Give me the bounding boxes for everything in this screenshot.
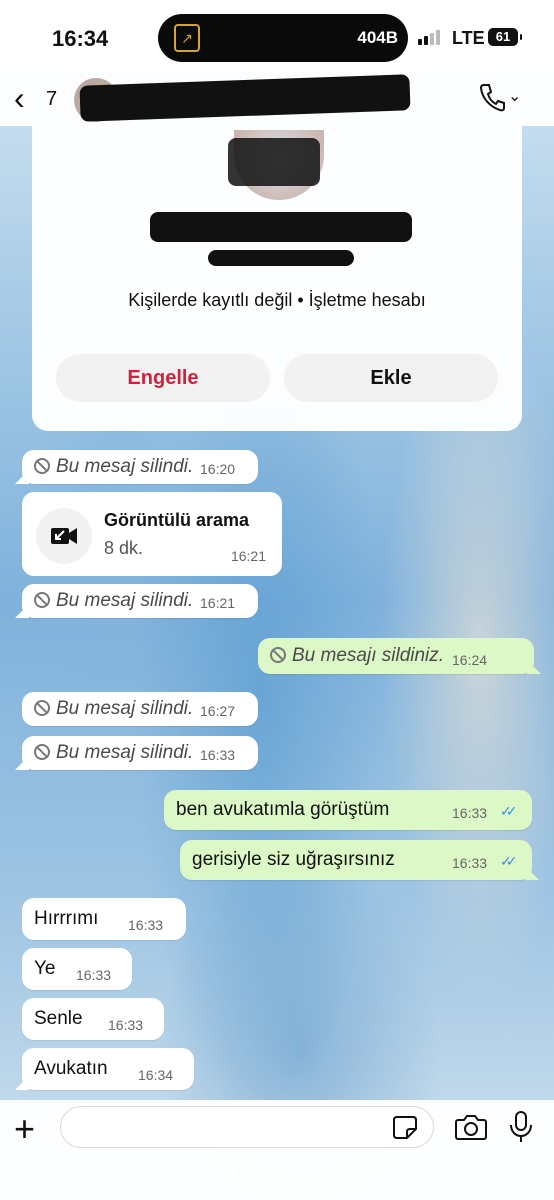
deleted-icon [34, 700, 50, 716]
message-input[interactable] [60, 1106, 434, 1148]
deleted-icon [270, 647, 286, 663]
sticker-icon[interactable] [392, 1114, 418, 1140]
phone-icon[interactable] [478, 82, 506, 112]
status-time: 16:34 [52, 26, 109, 51]
message-text: Hırrrımı [34, 908, 99, 929]
contact-status-text: Kişilerde kayıtlı değil • İşletme hesabı [128, 290, 426, 310]
camera-icon[interactable] [454, 1112, 488, 1142]
block-button[interactable]: Engelle [56, 354, 270, 402]
message-bubble[interactable]: gerisiyle siz uğraşırsınız 16:33 ✓✓ [180, 840, 532, 880]
message-time: 16:33 [452, 805, 488, 821]
message-bubble[interactable]: Bu mesaj silindi. 16:33 [22, 736, 258, 770]
message-text: Avukatın [34, 1058, 108, 1079]
message-text: Bu mesaj silindi. [56, 698, 194, 719]
redacted-contact-subtitle [208, 250, 354, 266]
message-bubble[interactable]: Bu mesaj silindi. 16:27 [22, 692, 258, 726]
message-text: Senle [34, 1008, 83, 1029]
message-text: Ye [34, 958, 56, 979]
plus-icon[interactable]: + [14, 1108, 35, 1150]
message-time: 16:33 [108, 1017, 144, 1033]
read-receipt-icon: ✓✓ [500, 803, 518, 819]
chevron-left-icon[interactable]: ‹ [14, 80, 25, 117]
deleted-icon [34, 458, 50, 474]
unread-count[interactable]: 7 [46, 88, 57, 111]
add-contact-button[interactable]: Ekle [284, 354, 498, 402]
deleted-icon [34, 592, 50, 608]
redacted-photo-overlay [228, 138, 320, 186]
redacted-contact-title [150, 212, 412, 242]
microphone-icon[interactable] [508, 1110, 534, 1144]
message-bubble[interactable]: Ye 16:33 [22, 948, 132, 990]
battery-icon: 61 [488, 28, 522, 46]
message-text: ben avukatımla görüştüm [176, 799, 390, 820]
call-title: Görüntülü arama [104, 510, 250, 530]
message-time: 16:27 [200, 703, 236, 719]
message-time: 16:33 [452, 855, 488, 871]
video-call-icon-wrap [36, 508, 92, 564]
message-text: Bu mesaj silindi. [56, 590, 194, 611]
data-transfer-icon: ↗ [174, 24, 200, 52]
message-bubble[interactable]: Bu mesajı sildiniz. 16:24 [258, 638, 534, 674]
message-bubble[interactable]: Avukatın 16:34 [22, 1048, 194, 1090]
message-time: 16:33 [128, 917, 164, 933]
message-bubble[interactable]: ben avukatımla görüştüm 16:33 ✓✓ [164, 790, 532, 830]
chevron-down-icon[interactable]: ⌄ [508, 86, 521, 106]
message-text: Bu mesaj silindi. [56, 742, 194, 763]
message-text: gerisiyle siz uğraşırsınız [192, 849, 395, 870]
video-call-card[interactable]: Görüntülü arama 8 dk. 16:21 [22, 492, 282, 576]
message-bubble[interactable]: Senle 16:33 [22, 998, 164, 1040]
deleted-icon [34, 744, 50, 760]
network-type: LTE [452, 28, 485, 48]
video-camera-icon [51, 528, 77, 544]
call-duration: 8 dk. [104, 538, 144, 558]
status-bar: 16:34 ↗ 404B LTE 61 [0, 0, 554, 72]
message-time: 16:21 [200, 595, 236, 611]
call-time: 16:21 [230, 548, 266, 564]
chat-header: ‹ 7 ⌄ [0, 72, 554, 126]
message-bubble[interactable]: Hırrrımı 16:33 [22, 898, 186, 940]
composer-bar: + [0, 1100, 554, 1200]
message-text: Bu mesajı sildiniz. [292, 645, 445, 666]
signal-icon [418, 30, 440, 45]
message-time: 16:33 [76, 967, 112, 983]
dynamic-island: ↗ 404B [158, 14, 408, 62]
read-receipt-icon: ✓✓ [500, 853, 518, 869]
message-text: Bu mesaj silindi. [56, 456, 194, 477]
contact-info-card: Kişilerde kayıtlı değil • İşletme hesabı… [32, 126, 522, 431]
message-time: 16:24 [452, 652, 488, 668]
data-rate: 404B [357, 28, 398, 47]
message-bubble[interactable]: Bu mesaj silindi. 16:20 [22, 450, 258, 484]
message-time: 16:34 [138, 1067, 174, 1083]
message-bubble[interactable]: Bu mesaj silindi. 16:21 [22, 584, 258, 618]
message-time: 16:33 [200, 747, 236, 763]
redacted-contact-name[interactable] [79, 74, 411, 122]
message-time: 16:20 [200, 461, 236, 477]
